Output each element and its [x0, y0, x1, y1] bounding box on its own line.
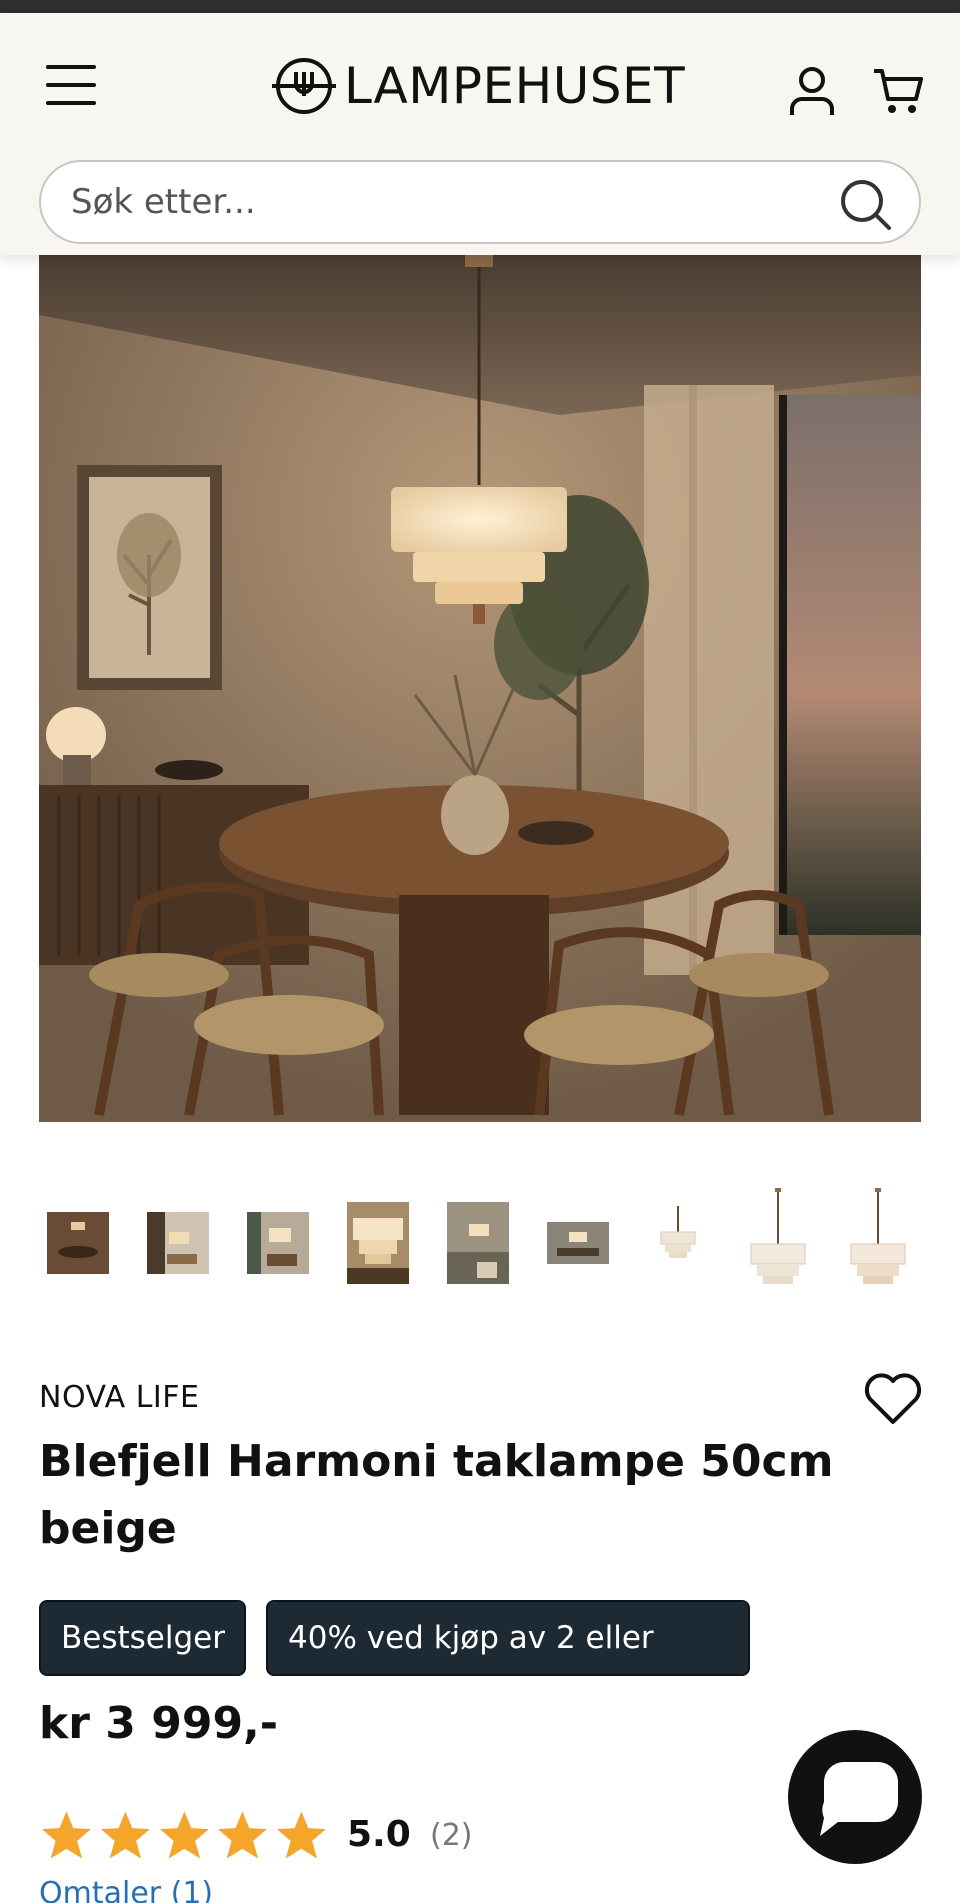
product-main-image[interactable]	[39, 255, 921, 1122]
chat-bubble-icon[interactable]	[788, 1730, 922, 1864]
thumbnail-2[interactable]	[147, 1212, 209, 1274]
status-bar	[0, 0, 960, 13]
thumbnail-3[interactable]	[247, 1212, 309, 1274]
star-icon	[218, 1811, 268, 1859]
star-icon	[100, 1811, 150, 1859]
bestseller-badge: Bestselger	[39, 1600, 246, 1676]
thumbnail-4[interactable]	[347, 1202, 409, 1284]
thumbnail-9[interactable]	[847, 1186, 909, 1302]
reviews-link[interactable]: Omtaler (1)	[39, 1876, 213, 1903]
thumbnail-7[interactable]	[647, 1202, 709, 1284]
product-price: kr 3 999,-	[39, 1698, 279, 1749]
review-count: (2)	[430, 1818, 473, 1853]
thumbnail-strip	[39, 1186, 921, 1306]
discount-badge: 40% ved kjøp av 2 eller flere	[266, 1600, 750, 1728]
star-icon	[277, 1811, 327, 1859]
star-icon	[159, 1811, 209, 1859]
search-bar	[39, 160, 921, 244]
shopping-cart-icon[interactable]	[872, 65, 924, 117]
user-icon[interactable]	[788, 65, 836, 117]
site-header: LAMPEHUSET	[0, 13, 960, 255]
thumbnail-8[interactable]	[747, 1186, 809, 1302]
site-logo[interactable]: LAMPEHUSET	[272, 53, 685, 119]
rating-value: 5.0	[347, 1814, 411, 1855]
thumbnail-6[interactable]	[547, 1222, 609, 1264]
logo-lamp-icon	[272, 58, 336, 114]
heart-icon[interactable]	[864, 1372, 922, 1426]
search-input[interactable]	[71, 176, 831, 228]
search-icon[interactable]	[837, 176, 893, 232]
star-rating[interactable]	[39, 1808, 329, 1864]
logo-text: LAMPEHUSET	[344, 57, 686, 115]
product-title: Blefjell Harmoni taklampe 50cm beige	[39, 1436, 834, 1554]
hamburger-menu-icon[interactable]	[46, 61, 98, 109]
thumbnail-1[interactable]	[47, 1212, 109, 1274]
product-brand[interactable]: NOVA LIFE	[39, 1380, 199, 1415]
thumbnail-5[interactable]	[447, 1202, 509, 1284]
star-icon	[41, 1811, 91, 1859]
